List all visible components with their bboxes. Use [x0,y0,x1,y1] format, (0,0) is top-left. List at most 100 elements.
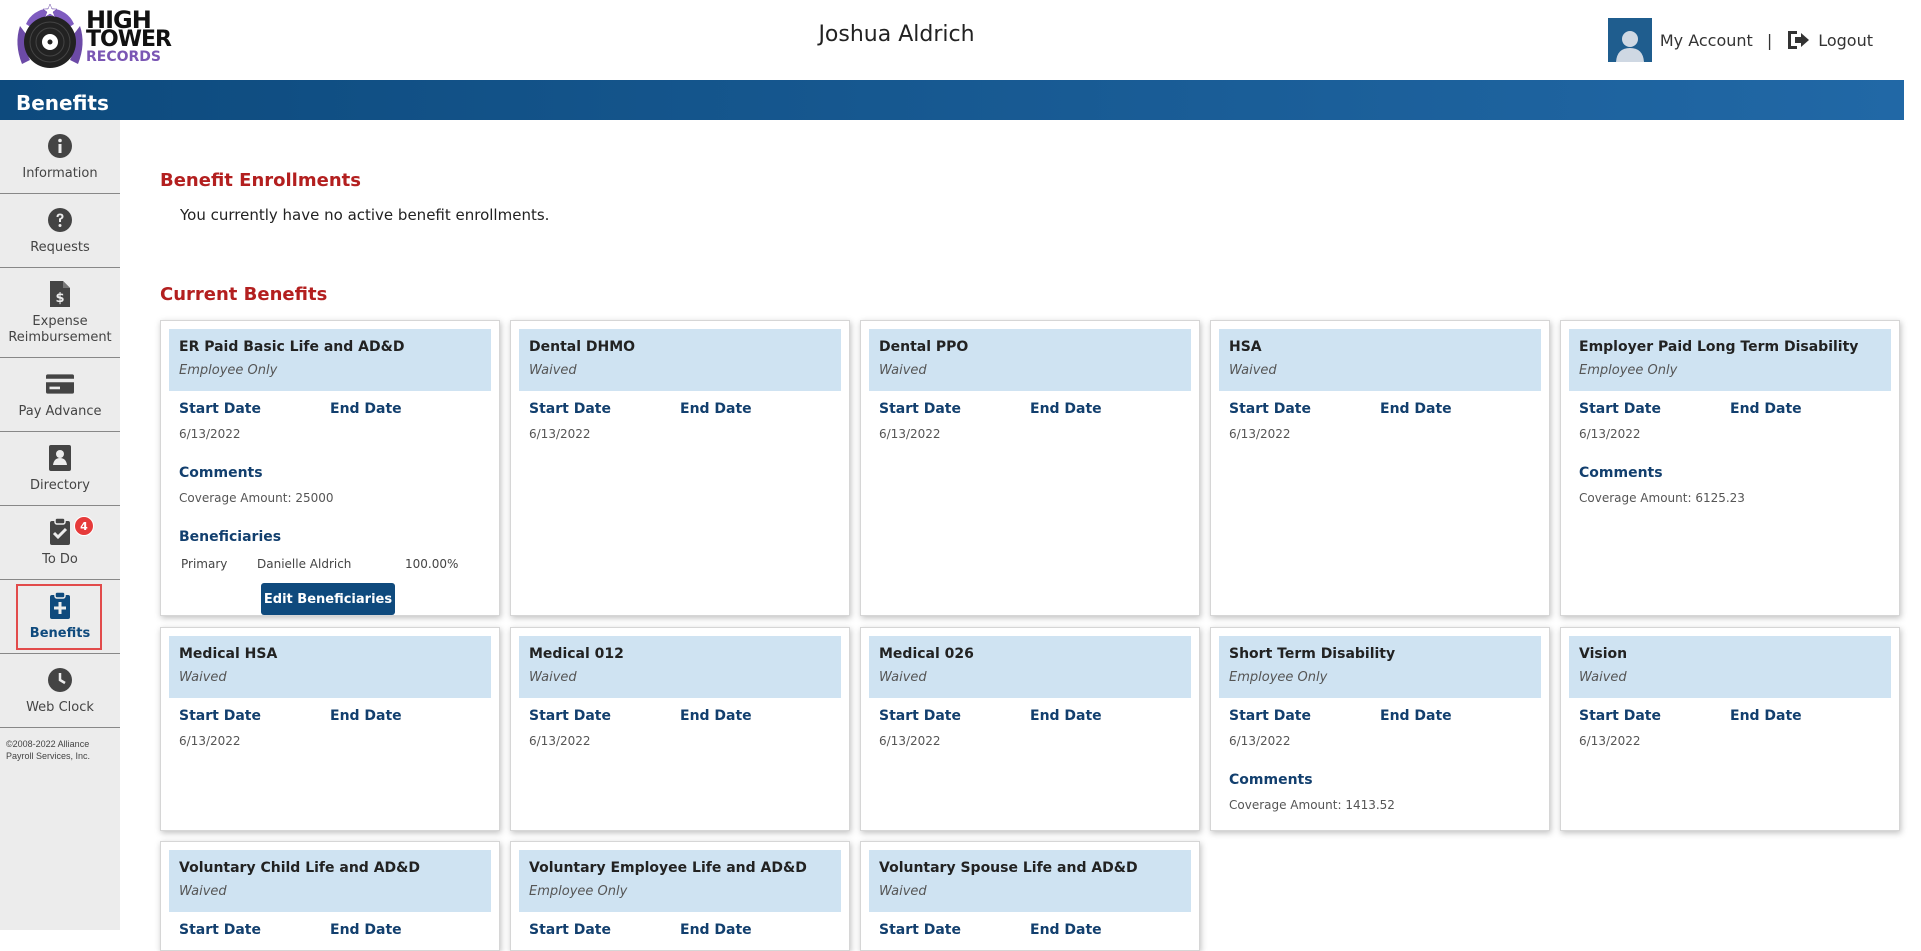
comments-label: Comments [1579,465,1663,481]
benefit-title: Dental PPO [879,339,969,355]
end-date-label: End Date [1730,708,1802,724]
start-date-value: 6/13/2022 [1579,427,1641,441]
sidebar-item-pay-advance[interactable]: Pay Advance [0,358,120,432]
benefit-card-header: Vision Waived [1569,636,1891,698]
page-title-bar: Benefits [0,80,1904,120]
avatar[interactable] [1607,18,1652,62]
start-date-value: 6/13/2022 [879,734,941,748]
start-date-label: Start Date [529,708,611,724]
benefit-card: ER Paid Basic Life and AD&D Employee Onl… [160,320,500,616]
benefit-card-header: Employer Paid Long Term Disability Emplo… [1569,329,1891,391]
sidebar-item-label: Requests [30,239,90,255]
beneficiary-percent: 100.00% [405,557,459,571]
benefit-title: Voluntary Spouse Life and AD&D [879,860,1138,876]
benefit-card: Dental DHMO Waived Start Date 6/13/2022 E… [510,320,850,616]
benefit-card-body: Start Date 6/13/2022 End Date [169,698,491,748]
benefit-card: HSA Waived Start Date 6/13/2022 End Date [1210,320,1550,616]
benefit-card: Medical 012 Waived Start Date 6/13/2022 E… [510,627,850,831]
start-date-label: Start Date [179,401,261,417]
enrollment-status-text: You currently have no active benefit enr… [180,206,550,224]
card-icon [46,370,74,398]
comments-value: Coverage Amount: 6125.23 [1579,491,1745,505]
start-date-value: 6/13/2022 [1229,427,1291,441]
question-icon [46,206,74,234]
account-area: My Account | Logout [1607,18,1873,62]
sidebar-item-requests[interactable]: Requests [0,194,120,268]
clipboard-plus-icon [46,591,74,620]
benefit-title: Employer Paid Long Term Disability [1579,339,1859,355]
benefit-card-body: Start Date End Date [869,912,1191,938]
sidebar-item-to-do[interactable]: 4 To Do [0,506,120,580]
benefit-card-body: Start Date End Date [169,912,491,938]
user-silhouette-icon [1615,31,1644,62]
edit-beneficiaries-button[interactable]: Edit Beneficiaries [261,583,395,615]
info-icon [46,132,74,160]
logout-icon[interactable] [1786,29,1810,51]
benefit-title: Voluntary Employee Life and AD&D [529,860,807,876]
benefit-card-header: Dental DHMO Waived [519,329,841,391]
benefit-card: Medical 026 Waived Start Date 6/13/2022 E… [860,627,1200,831]
end-date-label: End Date [330,922,402,938]
benefit-card-body: Start Date 6/13/2022 End Date Comments Co… [1219,698,1541,812]
benefit-card-header: Dental PPO Waived [869,329,1191,391]
benefit-card: Employer Paid Long Term Disability Emplo… [1560,320,1900,616]
benefit-card-body: Start Date 6/13/2022 End Date [1569,698,1891,748]
sidebar-item-label: Benefits [29,625,91,641]
benefit-card-body: Start Date End Date [519,912,841,938]
end-date-label: End Date [1730,401,1802,417]
end-date-label: End Date [680,922,752,938]
benefit-status: Employee Only [529,884,628,899]
start-date-label: Start Date [1229,708,1311,724]
benefit-card-body: Start Date 6/13/2022 End Date [1219,391,1541,441]
benefit-title: ER Paid Basic Life and AD&D [179,339,405,355]
benefit-title: HSA [1229,339,1262,355]
clipboard-check-icon [46,517,74,546]
start-date-label: Start Date [879,708,961,724]
sidebar-item-benefits[interactable]: Benefits [0,580,120,654]
beneficiary-name: Danielle Aldrich [257,557,352,571]
end-date-label: End Date [1030,401,1102,417]
sidebar-item-expense-reimbursement[interactable]: $ Expense Reimbursement [0,268,120,358]
benefit-card-body: Start Date 6/13/2022 End Date [519,391,841,441]
start-date-value: 6/13/2022 [1229,734,1291,748]
benefit-card: Voluntary Child Life and AD&D Waived Sta… [160,841,500,951]
start-date-value: 6/13/2022 [879,427,941,441]
benefit-status: Waived [529,670,577,685]
start-date-label: Start Date [179,708,261,724]
benefit-card: Dental PPO Waived Start Date 6/13/2022 En… [860,320,1200,616]
beneficiary-row: Primary Danielle Aldrich 100.00% [179,557,481,571]
benefit-title: Vision [1579,646,1628,662]
end-date-label: End Date [330,401,402,417]
benefit-status: Employee Only [179,363,278,378]
logout-link[interactable]: Logout [1818,31,1873,50]
sidebar-item-label: To Do [42,551,78,567]
sidebar: Information Requests $ Expense Reimburse… [0,120,120,930]
benefit-status: Waived [529,363,577,378]
benefit-title: Voluntary Child Life and AD&D [179,860,420,876]
benefit-title: Medical 012 [529,646,624,662]
benefit-card-body: Start Date 6/13/2022 End Date Comments Co… [1569,391,1891,505]
start-date-value: 6/13/2022 [179,734,241,748]
beneficiary-type: Primary [181,557,228,571]
benefit-status: Employee Only [1579,363,1678,378]
benefit-title: Dental DHMO [529,339,636,355]
benefit-status: Waived [1579,670,1627,685]
sidebar-item-directory[interactable]: Directory [0,432,120,506]
benefit-title: Short Term Disability [1229,646,1396,662]
start-date-value: 6/13/2022 [1579,734,1641,748]
end-date-label: End Date [1380,401,1452,417]
contact-book-icon [46,444,74,472]
start-date-value: 6/13/2022 [529,734,591,748]
my-account-link[interactable]: My Account [1660,31,1753,50]
benefit-card-header: Medical 026 Waived [869,636,1191,698]
sidebar-item-information[interactable]: Information [0,120,120,194]
sidebar-item-web-clock[interactable]: Web Clock [0,654,120,728]
benefit-status: Waived [879,363,927,378]
comments-value: Coverage Amount: 25000 [179,491,334,505]
benefit-card-header: Short Term Disability Employee Only [1219,636,1541,698]
start-date-label: Start Date [879,922,961,938]
benefit-card-header: Voluntary Spouse Life and AD&D Waived [869,850,1191,912]
benefit-card-header: Medical HSA Waived [169,636,491,698]
copyright-notice: ©2008-2022 Alliance Payroll Services, In… [6,739,91,761]
benefit-card-header: Voluntary Child Life and AD&D Waived [169,850,491,912]
